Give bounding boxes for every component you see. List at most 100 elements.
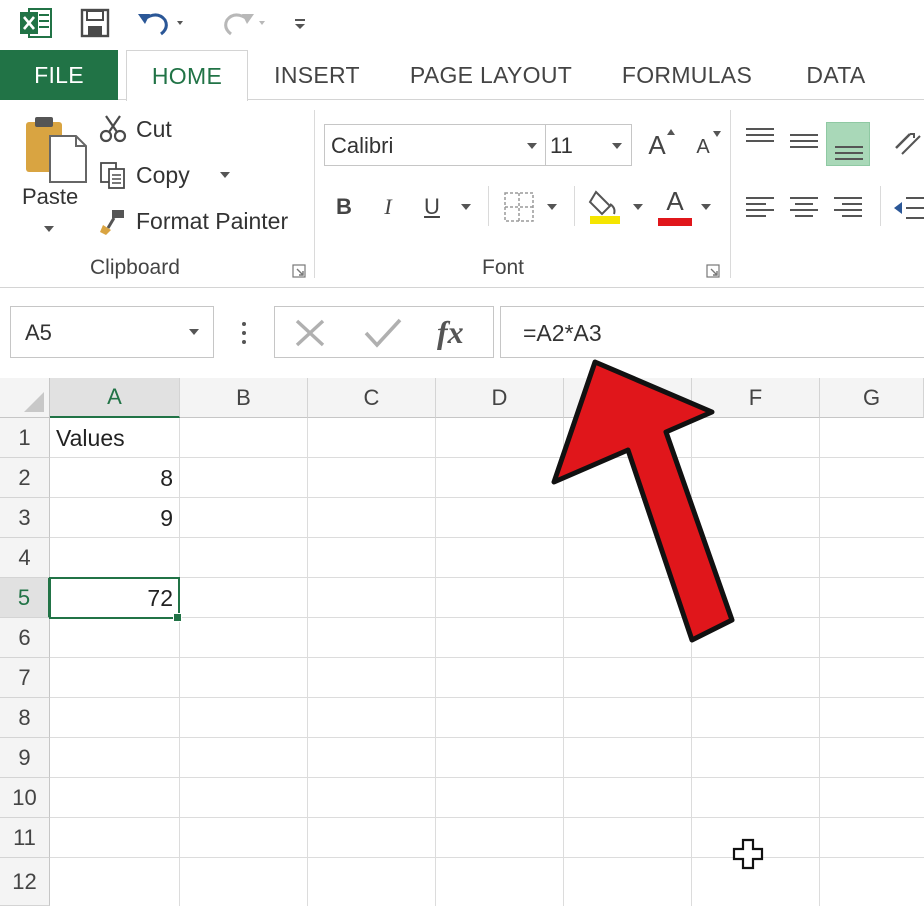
row-header-12[interactable]: 12 bbox=[0, 858, 50, 906]
gridline bbox=[50, 857, 924, 858]
name-box[interactable]: A5 bbox=[10, 306, 214, 358]
grow-font-label: A bbox=[648, 129, 666, 160]
copy-dropdown-icon[interactable] bbox=[218, 170, 232, 180]
fill-color-dropdown-icon[interactable] bbox=[632, 202, 644, 212]
format-painter-button[interactable]: Format Painter bbox=[96, 204, 288, 238]
redo-icon[interactable] bbox=[214, 6, 272, 40]
tab-page-layout[interactable]: PAGE LAYOUT bbox=[392, 50, 590, 100]
paste-dropdown-icon bbox=[44, 226, 54, 232]
grow-arrow-icon bbox=[667, 129, 675, 135]
excel-logo-icon bbox=[18, 6, 54, 40]
select-all-triangle-icon bbox=[24, 392, 44, 412]
tab-formulas[interactable]: FORMULAS bbox=[604, 50, 770, 100]
column-header-g[interactable]: G bbox=[820, 378, 924, 418]
vertical-ellipsis-icon[interactable] bbox=[236, 318, 252, 348]
font-color-button[interactable]: A bbox=[656, 184, 694, 218]
quick-access-toolbar bbox=[0, 0, 924, 50]
cell-a3[interactable]: 9 bbox=[50, 498, 179, 538]
row-header-9[interactable]: 9 bbox=[0, 738, 50, 778]
cell-a2[interactable]: 8 bbox=[50, 458, 179, 498]
gridline bbox=[50, 497, 924, 498]
undo-icon[interactable] bbox=[134, 6, 192, 40]
font-size-combobox[interactable]: 11 bbox=[546, 124, 632, 166]
clipboard-dialog-launcher-icon[interactable] bbox=[292, 264, 306, 278]
underline-dropdown-icon[interactable] bbox=[460, 202, 472, 212]
borders-icon[interactable] bbox=[502, 190, 536, 224]
row-header-2[interactable]: 2 bbox=[0, 458, 50, 498]
grow-font-button[interactable]: A bbox=[640, 126, 675, 164]
orientation-icon[interactable] bbox=[890, 126, 924, 160]
paintbrush-icon bbox=[96, 206, 130, 236]
column-header-a[interactable]: A bbox=[50, 378, 180, 418]
shrink-font-label: A bbox=[696, 135, 710, 158]
gridline bbox=[50, 537, 924, 538]
active-cell-border bbox=[49, 577, 180, 619]
gridline bbox=[50, 817, 924, 818]
cell-cursor-icon bbox=[732, 838, 764, 870]
bottom-align-icon bbox=[835, 146, 863, 160]
italic-button[interactable]: I bbox=[374, 188, 402, 226]
insert-function-fx-icon[interactable]: fx bbox=[433, 313, 477, 353]
name-box-value: A5 bbox=[25, 320, 52, 345]
font-dialog-launcher-icon[interactable] bbox=[706, 264, 720, 278]
row-header-7[interactable]: 7 bbox=[0, 658, 50, 698]
bold-button[interactable]: B bbox=[330, 188, 358, 226]
paste-label: Paste bbox=[22, 184, 79, 209]
column-header-c[interactable]: C bbox=[308, 378, 436, 418]
gridline bbox=[819, 418, 820, 906]
formula-buttons: fx bbox=[274, 306, 494, 358]
cancel-icon[interactable] bbox=[293, 317, 327, 349]
font-name-value: Calibri bbox=[331, 133, 394, 158]
ribbon-separator bbox=[574, 186, 575, 226]
decrease-indent-icon[interactable] bbox=[892, 194, 924, 222]
fill-color-icon[interactable] bbox=[586, 186, 626, 226]
underline-button[interactable]: U bbox=[418, 188, 446, 226]
paste-icon bbox=[26, 117, 87, 183]
row-header-10[interactable]: 10 bbox=[0, 778, 50, 818]
scissors-icon bbox=[96, 114, 130, 144]
format-painter-label: Format Painter bbox=[136, 207, 289, 234]
row-header-4[interactable]: 4 bbox=[0, 538, 50, 578]
shrink-font-button[interactable]: A bbox=[688, 130, 721, 164]
paste-button[interactable] bbox=[14, 112, 90, 242]
row-header-5[interactable]: 5 bbox=[0, 578, 50, 618]
ribbon-separator bbox=[730, 110, 731, 278]
ribbon-separator bbox=[488, 186, 489, 226]
row-header-8[interactable]: 8 bbox=[0, 698, 50, 738]
row-header-1[interactable]: 1 bbox=[0, 418, 50, 458]
ribbon-tabs: FILE HOME INSERT PAGE LAYOUT FORMULAS DA… bbox=[0, 50, 924, 101]
tab-home[interactable]: HOME bbox=[126, 50, 248, 101]
bottom-align-button[interactable] bbox=[826, 122, 870, 166]
enter-check-icon[interactable] bbox=[363, 317, 403, 349]
gridline bbox=[307, 418, 308, 906]
save-icon[interactable] bbox=[76, 6, 114, 40]
middle-align-icon[interactable] bbox=[788, 126, 820, 156]
chevron-down-icon bbox=[527, 143, 537, 149]
row-header-11[interactable]: 11 bbox=[0, 818, 50, 858]
gridline bbox=[50, 577, 924, 578]
select-all-button[interactable] bbox=[0, 378, 50, 418]
chevron-down-icon bbox=[189, 329, 199, 335]
red-arrow-annotation bbox=[551, 359, 735, 643]
align-left-icon[interactable] bbox=[744, 194, 776, 222]
top-align-icon[interactable] bbox=[744, 126, 776, 150]
cut-button[interactable]: Cut bbox=[96, 112, 172, 146]
align-right-icon[interactable] bbox=[832, 194, 864, 222]
tab-insert[interactable]: INSERT bbox=[256, 50, 378, 100]
row-header-3[interactable]: 3 bbox=[0, 498, 50, 538]
font-name-combobox[interactable]: Calibri bbox=[324, 124, 546, 166]
font-color-dropdown-icon[interactable] bbox=[700, 202, 712, 212]
copy-button[interactable]: Copy bbox=[96, 158, 232, 192]
svg-text:fx: fx bbox=[437, 314, 464, 350]
align-center-icon[interactable] bbox=[788, 194, 820, 222]
column-header-b[interactable]: B bbox=[180, 378, 308, 418]
gridline bbox=[50, 777, 924, 778]
cell-a1[interactable]: Values bbox=[50, 418, 179, 458]
customize-toolbar-icon[interactable] bbox=[288, 6, 312, 40]
gridline bbox=[435, 418, 436, 906]
tab-file[interactable]: FILE bbox=[0, 50, 118, 100]
row-header-6[interactable]: 6 bbox=[0, 618, 50, 658]
fill-handle[interactable] bbox=[173, 613, 182, 622]
tab-data[interactable]: DATA bbox=[786, 50, 886, 100]
borders-dropdown-icon[interactable] bbox=[546, 202, 558, 212]
